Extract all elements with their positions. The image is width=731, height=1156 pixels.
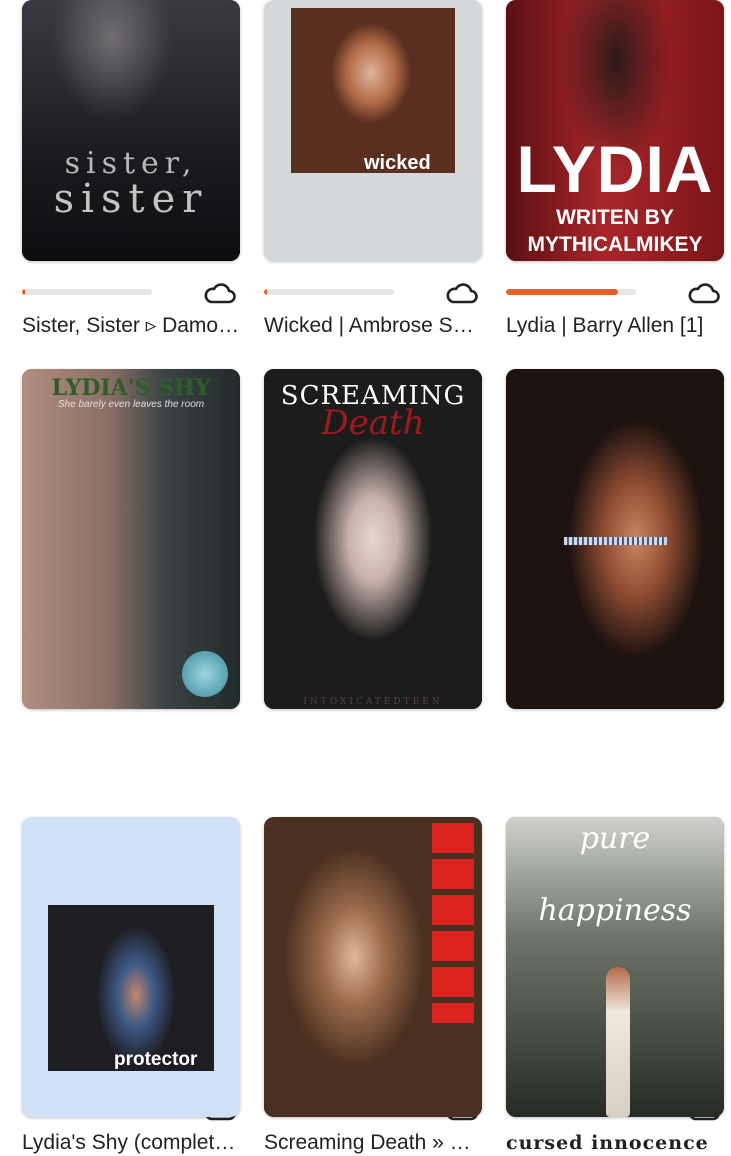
story-cover[interactable]: LYDIA WRITEN BY MYTHICALMIKEY (506, 0, 724, 261)
story-cover[interactable]: SCREAMING Death INTOXICATEDTEEN (264, 369, 482, 709)
cover-title: LYDIA'S SHY (51, 375, 211, 401)
cover-subtitle: happiness (538, 893, 692, 928)
cover-badge (182, 651, 228, 697)
story-cover[interactable]: LYDIA'S SHY She barely even leaves the r… (22, 369, 240, 709)
story-title[interactable]: cursed innocence (506, 1130, 724, 1156)
cover-caption: wicked (364, 152, 431, 174)
cover-author: MYTHICALMIKEY (527, 233, 703, 256)
reading-progress (506, 289, 636, 295)
cover-subtitle: Death (321, 403, 425, 443)
cover-red-lettering (432, 823, 474, 1023)
cover-author: INTOXICATEDTEEN (303, 697, 443, 707)
story-cover[interactable]: protector (22, 817, 240, 1117)
cover-photo (48, 905, 214, 1071)
reading-progress (264, 289, 394, 295)
story-title[interactable]: Screaming Death » Stiles Stilinski (264, 1130, 482, 1156)
cover-figure (606, 967, 630, 1117)
cover-title: pure (579, 821, 651, 856)
story-cover[interactable]: sister, sister (22, 0, 240, 261)
cover-subtitle: She barely even leaves the room (57, 399, 205, 410)
story-title[interactable]: Sister, Sister ▹ Damon Salvatore (22, 313, 240, 339)
cloud-icon[interactable] (686, 281, 720, 305)
cover-caption: protector (114, 1049, 198, 1070)
story-title[interactable]: Wicked | Ambrose Spellman (264, 313, 482, 339)
cloud-icon[interactable] (444, 281, 478, 305)
cover-title: LYDIA (516, 132, 714, 206)
story-cover[interactable] (264, 817, 482, 1117)
cover-subtitle: sister (53, 176, 209, 222)
cover-photo (291, 8, 455, 173)
story-cover[interactable]: wicked (264, 0, 482, 261)
cover-subtitle: WRITEN BY (556, 206, 674, 229)
reading-progress (22, 289, 152, 295)
cloud-icon[interactable] (202, 281, 236, 305)
cover-glitch-band (564, 537, 668, 545)
story-cover[interactable]: pure happiness (506, 817, 724, 1117)
story-title[interactable]: Lydia's Shy (completed) (22, 1130, 240, 1156)
story-cover[interactable] (506, 369, 724, 709)
story-title[interactable]: Lydia | Barry Allen [1] (506, 313, 724, 339)
